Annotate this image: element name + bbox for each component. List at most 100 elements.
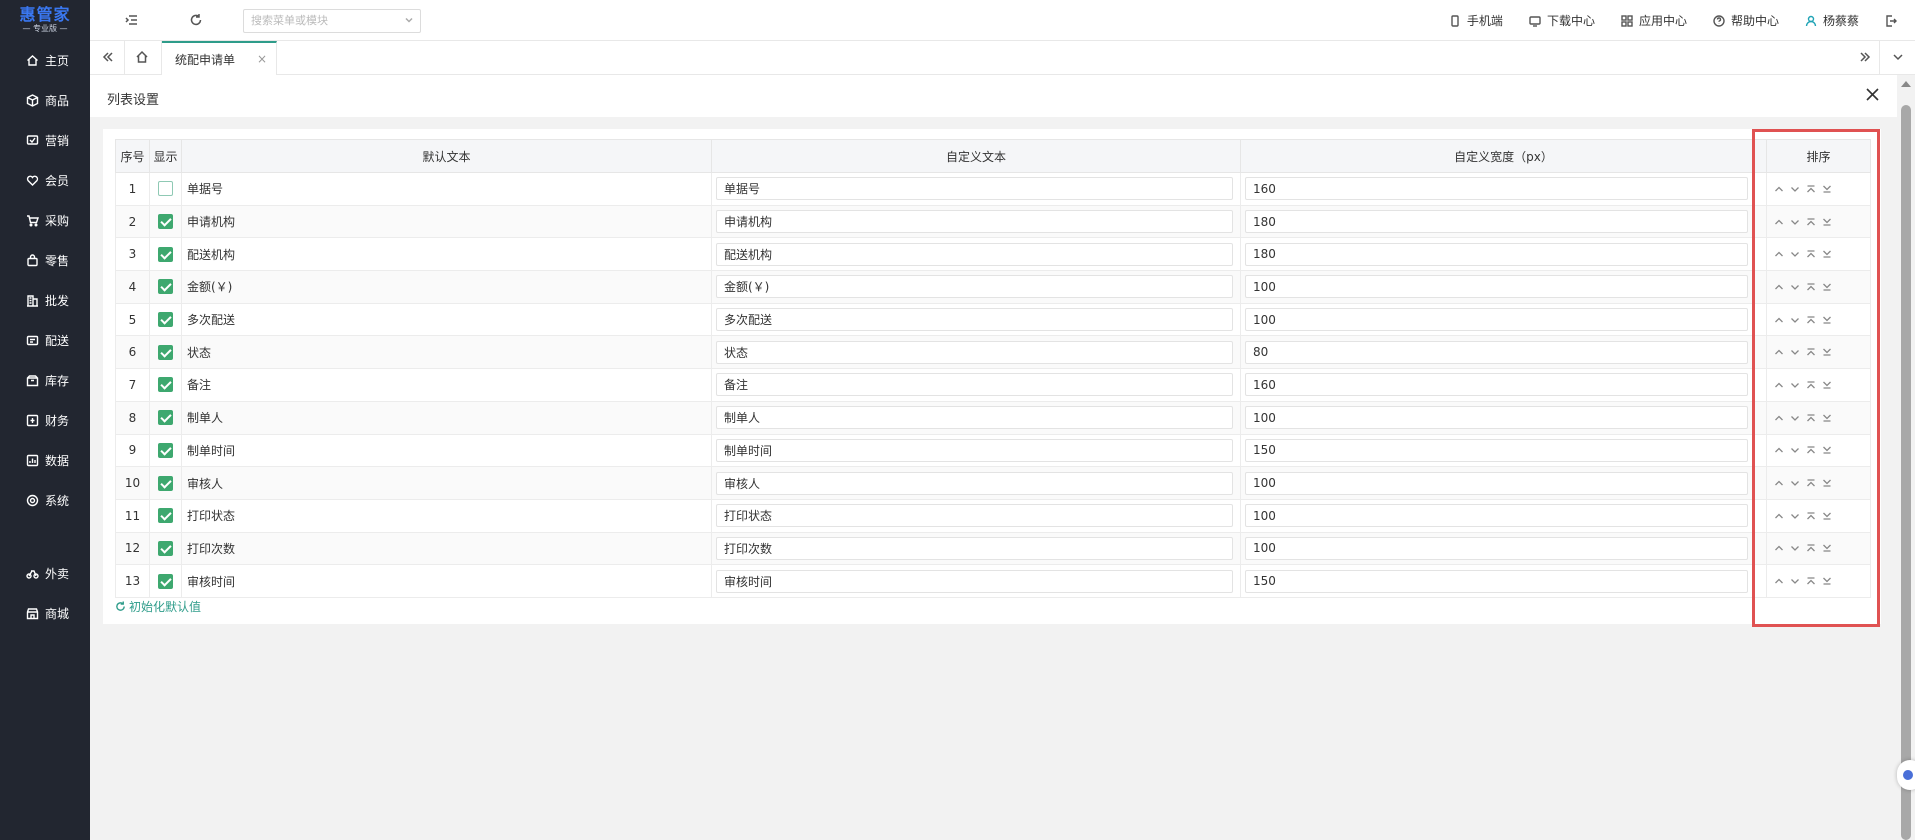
panel-header: 列表设置 [90, 75, 1897, 117]
custom-width-input[interactable] [1245, 210, 1748, 234]
monitor-icon [1529, 15, 1541, 27]
sidebar-item-label: 采购 [45, 213, 70, 228]
custom-text-input[interactable] [716, 536, 1233, 560]
scroll-thumb[interactable] [1901, 105, 1911, 840]
sidebar-item-bike[interactable]: 外卖 [0, 553, 90, 593]
custom-text-input[interactable] [716, 242, 1233, 266]
chevron-down-icon [405, 17, 413, 23]
default-text-cell: 打印次数 [181, 531, 712, 566]
custom-text-input[interactable] [716, 210, 1233, 234]
show-checkbox[interactable] [158, 573, 173, 589]
show-checkbox[interactable] [158, 377, 173, 393]
sidebar-item-cube[interactable]: 商品 [0, 80, 90, 120]
tabs-menu-chevron-icon[interactable] [1891, 50, 1905, 64]
show-checkbox[interactable] [158, 181, 173, 197]
user-menu[interactable]: 杨蔡蔡 [1805, 12, 1859, 29]
custom-text-input[interactable] [716, 406, 1233, 430]
logout-button[interactable] [1885, 14, 1903, 27]
panel-title: 列表设置 [107, 93, 160, 108]
show-checkbox[interactable] [158, 508, 173, 524]
scroll-up-arrow[interactable] [1901, 81, 1911, 87]
show-cell [149, 302, 182, 337]
show-checkbox[interactable] [158, 344, 173, 360]
show-checkbox[interactable] [158, 312, 173, 328]
close-icon[interactable] [1866, 88, 1879, 101]
show-checkbox[interactable] [158, 475, 173, 491]
custom-text-input[interactable] [716, 504, 1233, 528]
custom-width-input[interactable] [1245, 569, 1748, 593]
show-checkbox[interactable] [158, 246, 173, 262]
download-link[interactable]: 下载中心 [1529, 12, 1595, 29]
floating-assistant-button[interactable] [1897, 760, 1915, 790]
custom-width-input[interactable] [1245, 242, 1748, 266]
table-row: 5 多次配送 [115, 302, 1871, 337]
search-input[interactable]: 搜索菜单或模块 [243, 9, 421, 33]
sidebar-item-label: 配送 [45, 333, 70, 348]
close-tab-icon[interactable]: × [257, 52, 267, 66]
custom-text-input[interactable] [716, 308, 1233, 332]
custom-text-input[interactable] [716, 373, 1233, 397]
scroll-tabs-left-icon[interactable] [101, 50, 115, 64]
box-icon [26, 374, 39, 386]
custom-width-input[interactable] [1245, 340, 1748, 364]
home-tab-icon[interactable] [135, 50, 149, 64]
mobile-link[interactable]: 手机端 [1449, 12, 1503, 29]
show-checkbox[interactable] [158, 410, 173, 426]
show-cell [149, 531, 182, 566]
custom-width-input[interactable] [1245, 438, 1748, 462]
custom-text-cell [711, 466, 1241, 500]
sidebar-item-chart[interactable]: 数据 [0, 440, 90, 480]
custom-text-input[interactable] [716, 471, 1233, 495]
custom-width-input[interactable] [1245, 177, 1748, 201]
cart-icon [27, 214, 39, 226]
custom-text-cell [711, 368, 1241, 402]
custom-text-input[interactable] [716, 569, 1233, 593]
help-link[interactable]: 帮助中心 [1713, 12, 1779, 29]
sidebar-item-building[interactable]: 批发 [0, 280, 90, 320]
tab-allocation-request[interactable]: 统配申请单 × [162, 41, 277, 75]
scroll-tabs-right-icon[interactable] [1858, 50, 1872, 64]
custom-width-input[interactable] [1245, 536, 1748, 560]
custom-text-input[interactable] [716, 340, 1233, 364]
sidebar-item-label: 零售 [45, 253, 70, 268]
custom-text-input[interactable] [716, 275, 1233, 299]
default-text-cell: 制单时间 [181, 433, 712, 468]
custom-width-input[interactable] [1245, 471, 1748, 495]
show-checkbox[interactable] [158, 279, 173, 295]
column-settings-table: 序号 显示 默认文本 自定义文本 自定义宽度（px） 排序 1单据号2申请机构3… [115, 139, 1871, 598]
table-row: 8 制单人 [115, 400, 1871, 435]
custom-width-input[interactable] [1245, 406, 1748, 430]
apps-link[interactable]: 应用中心 [1621, 12, 1687, 29]
show-checkbox[interactable] [158, 214, 173, 230]
sidebar-item-heart[interactable]: 会员 [0, 160, 90, 200]
page-scrollbar[interactable] [1897, 75, 1915, 840]
sidebar-item-cart[interactable]: 采购 [0, 200, 90, 240]
sidebar-item-promo[interactable]: 营销 [0, 120, 90, 160]
sidebar-item-home[interactable]: 主页 [0, 40, 90, 80]
show-checkbox[interactable] [158, 442, 173, 458]
heart-icon [26, 175, 39, 186]
sidebar-item-box[interactable]: 库存 [0, 360, 90, 400]
sidebar-item-label: 会员 [45, 173, 70, 188]
refresh-icon[interactable] [189, 13, 203, 27]
custom-width-input[interactable] [1245, 504, 1748, 528]
custom-text-input[interactable] [716, 438, 1233, 462]
custom-text-cell [711, 498, 1241, 533]
sidebar-item-shop[interactable]: 商城 [0, 593, 90, 633]
row-index: 6 [115, 335, 150, 370]
reset-defaults-button[interactable]: 初始化默认值 [115, 598, 201, 615]
tab-bar: 统配申请单 × [90, 41, 1915, 75]
menu-collapse-icon[interactable] [125, 13, 139, 27]
show-checkbox[interactable] [158, 540, 173, 556]
custom-width-cell [1240, 270, 1767, 304]
shop-icon [26, 607, 39, 619]
sidebar-item-finance[interactable]: 财务 [0, 400, 90, 440]
sidebar-item-delivery[interactable]: 配送 [0, 320, 90, 360]
custom-width-input[interactable] [1245, 275, 1748, 299]
table-row: 7 备注 [115, 368, 1871, 402]
sidebar-item-settings[interactable]: 系统 [0, 480, 90, 520]
custom-width-input[interactable] [1245, 373, 1748, 397]
custom-width-input[interactable] [1245, 308, 1748, 332]
sidebar-item-bag[interactable]: 零售 [0, 240, 90, 280]
custom-text-input[interactable] [716, 177, 1233, 201]
